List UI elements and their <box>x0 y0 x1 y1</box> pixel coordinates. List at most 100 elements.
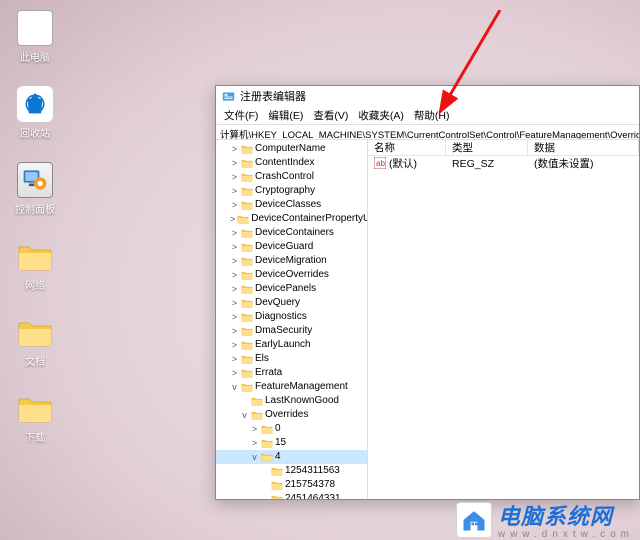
folder-icon <box>241 340 253 350</box>
tree-label: 215754378 <box>285 478 335 492</box>
tree-label: 1254311563 <box>285 464 340 478</box>
menu-item-2[interactable]: 查看(V) <box>309 108 352 123</box>
expand-icon[interactable]: > <box>230 268 239 282</box>
folder-icon <box>261 452 273 462</box>
tree-node[interactable]: > DeviceMigration <box>216 254 367 268</box>
expand-icon[interactable]: > <box>230 254 239 268</box>
desktop-icon-2[interactable]: 控制面板 <box>10 162 60 216</box>
expand-icon[interactable]: > <box>230 142 239 156</box>
expand-icon[interactable] <box>260 478 269 492</box>
expand-icon[interactable]: v <box>250 450 259 464</box>
expand-icon[interactable]: > <box>250 422 259 436</box>
tree-node[interactable]: >0 <box>216 422 367 436</box>
expand-icon[interactable]: > <box>230 226 239 240</box>
tree-node[interactable]: > EarlyLaunch <box>216 338 367 352</box>
tree-node[interactable]: > DeviceClasses <box>216 198 367 212</box>
watermark-icon <box>456 502 492 538</box>
desktop-icon-label: 控制面板 <box>10 201 60 216</box>
value-type: REG_SZ <box>446 158 528 170</box>
tree-node[interactable]: >Diagnostics <box>216 310 367 324</box>
folder-icon <box>271 466 283 476</box>
expand-icon[interactable]: > <box>230 282 239 296</box>
value-rows: ab(默认)REG_SZ(数值未设置) <box>368 156 639 171</box>
expand-icon[interactable]: v <box>240 408 249 422</box>
tree-node[interactable]: > DeviceOverrides <box>216 268 367 282</box>
col-data[interactable]: 数据 <box>528 140 639 155</box>
expand-icon[interactable]: > <box>230 352 239 366</box>
expand-icon[interactable]: > <box>230 296 239 310</box>
tree-label: DevQuery <box>255 296 300 310</box>
tree-label: CrashControl <box>255 170 314 184</box>
tree-node[interactable]: 2451464331 <box>216 492 367 499</box>
folder-icon <box>241 144 253 154</box>
menu-item-4[interactable]: 帮助(H) <box>410 108 454 123</box>
desktop-icon-0[interactable]: 此电脑 <box>10 10 60 64</box>
column-headers[interactable]: 名称 类型 数据 <box>368 140 639 156</box>
key-tree[interactable]: >ComputerName>ContentIndex>CrashControl>… <box>216 140 368 499</box>
tree-label: DevicePanels <box>255 282 316 296</box>
tree-node[interactable]: v4 <box>216 450 367 464</box>
tree-node[interactable]: >DeviceContainerPropertyUpdateEvents <box>216 212 367 226</box>
tree-label: DeviceOverrides <box>255 268 329 282</box>
expand-icon[interactable] <box>240 394 249 408</box>
tree-node[interactable]: > DevQuery <box>216 296 367 310</box>
value-list[interactable]: 名称 类型 数据 ab(默认)REG_SZ(数值未设置) <box>368 140 639 499</box>
col-type[interactable]: 类型 <box>446 140 528 155</box>
tree-node[interactable]: 1254311563 <box>216 464 367 478</box>
desktop-icon-3[interactable]: 网络 <box>10 238 60 292</box>
tree-node[interactable]: >DeviceGuard <box>216 240 367 254</box>
tree-node[interactable]: > DmaSecurity <box>216 324 367 338</box>
col-name[interactable]: 名称 <box>368 140 446 155</box>
value-row[interactable]: ab(默认)REG_SZ(数值未设置) <box>368 156 639 171</box>
expand-icon[interactable]: > <box>230 310 239 324</box>
expand-icon[interactable]: > <box>230 170 239 184</box>
folder-icon <box>241 368 253 378</box>
menu-item-0[interactable]: 文件(F) <box>220 108 262 123</box>
tree-label: DeviceClasses <box>255 198 321 212</box>
tree-node[interactable]: vFeatureManagement <box>216 380 367 394</box>
expand-icon[interactable]: > <box>230 366 239 380</box>
desktop-icon-label: 文档 <box>10 353 60 368</box>
tree-node[interactable]: > CrashControl <box>216 170 367 184</box>
tree-node[interactable]: >DeviceContainers <box>216 226 367 240</box>
tree-node[interactable]: vOverrides <box>216 408 367 422</box>
expand-icon[interactable]: > <box>230 338 239 352</box>
expand-icon[interactable]: > <box>230 324 239 338</box>
menu-item-1[interactable]: 编辑(E) <box>264 108 307 123</box>
desktop-icon-1[interactable]: 回收站 <box>10 86 60 140</box>
address-bar[interactable]: 计算机\HKEY_LOCAL_MACHINE\SYSTEM\CurrentCon… <box>216 124 639 140</box>
tree-label: EarlyLaunch <box>255 338 311 352</box>
titlebar[interactable]: 注册表编辑器 <box>216 86 639 106</box>
desktop-icon-5[interactable]: 下载 <box>10 390 60 444</box>
tree-label: Errata <box>255 366 282 380</box>
expand-icon[interactable]: > <box>230 156 239 170</box>
tree-node[interactable]: > DevicePanels <box>216 282 367 296</box>
tree-node[interactable]: >ContentIndex <box>216 156 367 170</box>
expand-icon[interactable] <box>260 464 269 478</box>
folder-icon <box>251 396 263 406</box>
tree-label: DmaSecurity <box>255 324 312 338</box>
tree-node[interactable]: >Els <box>216 352 367 366</box>
folder-icon <box>241 298 253 308</box>
desktop-icon-label: 此电脑 <box>10 49 60 64</box>
expand-icon[interactable]: > <box>230 184 239 198</box>
tree-node[interactable]: >ComputerName <box>216 142 367 156</box>
tree-node[interactable]: > Errata <box>216 366 367 380</box>
tree-label: DeviceMigration <box>255 254 327 268</box>
menu-item-3[interactable]: 收藏夹(A) <box>354 108 408 123</box>
expand-icon[interactable]: > <box>230 240 239 254</box>
tree-node[interactable]: >15 <box>216 436 367 450</box>
regedit-icon <box>222 90 235 103</box>
tree-node[interactable]: LastKnownGood <box>216 394 367 408</box>
expand-icon[interactable]: > <box>250 436 259 450</box>
window-title: 注册表编辑器 <box>240 88 306 104</box>
tree-node[interactable]: >Cryptography <box>216 184 367 198</box>
tree-node[interactable]: 215754378 <box>216 478 367 492</box>
expand-icon[interactable]: > <box>230 198 239 212</box>
regedit-window: 注册表编辑器 文件(F)编辑(E)查看(V)收藏夹(A)帮助(H) 计算机\HK… <box>215 85 640 500</box>
expand-icon[interactable] <box>260 492 269 499</box>
desktop-icon-4[interactable]: 文档 <box>10 314 60 368</box>
expand-icon[interactable]: v <box>230 380 239 394</box>
expand-icon[interactable]: > <box>230 212 235 226</box>
folder-icon <box>241 242 253 252</box>
